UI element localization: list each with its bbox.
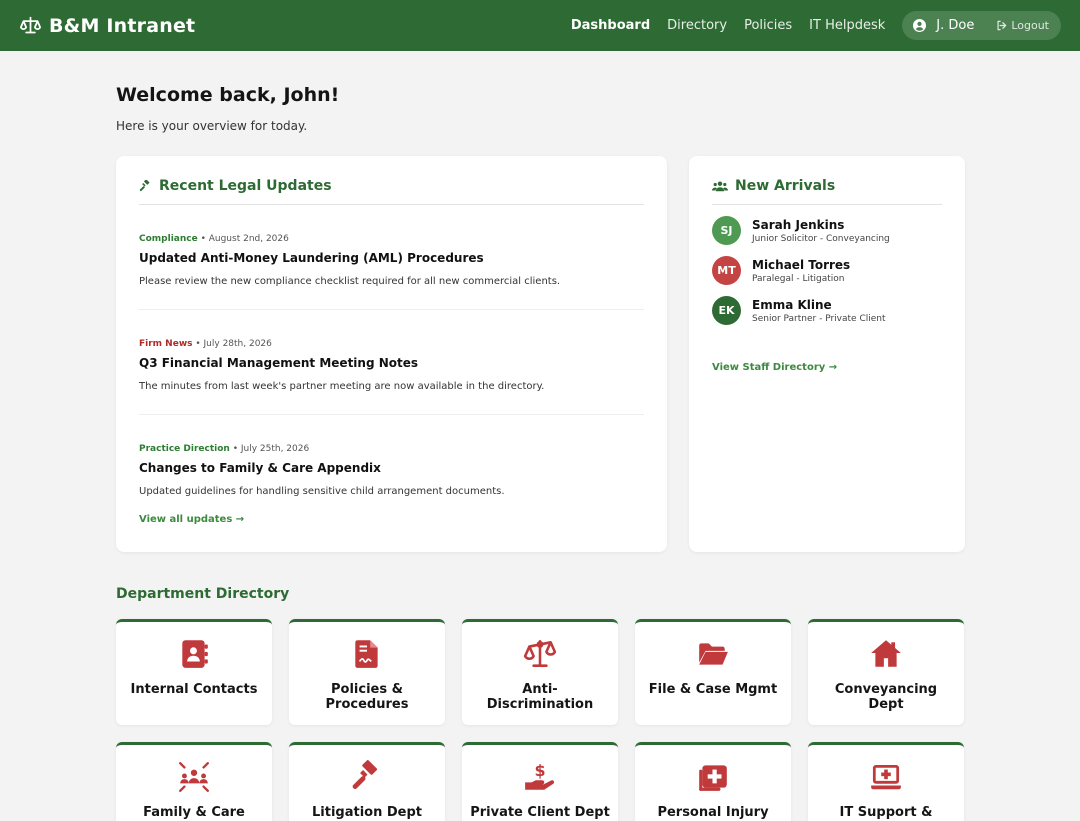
update-description: The minutes from last week's partner mee… [139,381,545,392]
tile-label: Family & Care Dept [143,805,245,821]
update-meta: Compliance • August 2nd, 2026 [139,234,644,244]
update-item[interactable]: Compliance • August 2nd, 2026 Updated An… [139,205,644,310]
tile-label: Policies & Procedures [325,682,409,712]
update-category: Practice Direction [139,444,230,454]
section-title: Department Directory [116,586,290,602]
scale-icon [523,639,557,667]
staff-name: Sarah Jenkins [752,217,845,232]
card-header: Recent Legal Updates [139,178,644,205]
avatar: SJ [712,216,741,245]
view-staff-directory-link[interactable]: View Staff Directory → [712,362,837,373]
user-menu: J. Doe Logout [902,11,1061,40]
welcome-section: Welcome back, John! Here is your overvie… [116,84,339,133]
house-icon [871,640,901,667]
update-title: Q3 Financial Management Meeting Notes [139,356,419,370]
scale-logo-icon [20,16,41,34]
staff-name: Michael Torres [752,257,851,272]
hand-holding-dollar-icon: $ [525,761,555,790]
tile-label: Private Client Dept [470,805,610,820]
dept-tile-internal-contacts[interactable]: Internal Contacts [116,619,272,725]
medical-kit-icon [699,765,727,791]
folder-open-icon [699,643,728,665]
dept-tile-personal-injury[interactable]: Personal Injury [635,742,791,821]
view-all-updates-link[interactable]: View all updates → [139,514,244,525]
brand[interactable]: B&M Intranet [20,15,195,37]
main-nav: Dashboard Directory Policies IT Helpdesk… [571,11,1061,40]
update-meta: Practice Direction • July 25th, 2026 [139,444,644,454]
page-title: Welcome back, John! [116,84,340,106]
dept-tile-file-case[interactable]: File & Case Mgmt [635,619,791,725]
staff-name: Emma Kline [752,297,832,312]
tile-label: IT Support & Facilities [839,805,933,821]
gavel-icon [139,179,150,191]
tile-label: Anti-Discrimination [486,682,594,712]
update-description: Updated guidelines for handling sensitiv… [139,486,505,497]
card-header: New Arrivals [712,178,942,205]
nav-it-helpdesk[interactable]: IT Helpdesk [809,18,885,33]
people-arrows-icon [179,762,209,792]
dept-tile-it-support[interactable]: IT Support & Facilities [808,742,964,821]
dept-tile-private-client[interactable]: $ Private Client Dept [462,742,618,821]
address-book-icon [182,640,208,668]
users-icon [712,180,728,191]
gavel-icon [352,760,378,790]
avatar: MT [712,256,741,285]
avatar: EK [712,296,741,325]
tile-label: Conveyancing Dept [834,682,938,712]
dept-tile-family-care[interactable]: Family & Care Dept [116,742,272,821]
staff-role: Paralegal - Litigation [752,273,845,284]
update-title: Updated Anti-Money Laundering (AML) Proc… [139,251,484,265]
user-circle-icon [913,19,927,32]
sign-out-icon [997,20,1007,31]
nav-policies[interactable]: Policies [744,18,792,33]
nav-dashboard[interactable]: Dashboard [571,18,650,33]
staff-member[interactable]: EK Emma Kline Senior Partner - Private C… [712,296,942,325]
staff-member[interactable]: SJ Sarah Jenkins Junior Solicitor - Conv… [712,216,942,245]
tile-label: File & Case Mgmt [648,682,778,697]
staff-role: Senior Partner - Private Client [752,313,886,324]
user-name[interactable]: J. Doe [936,18,974,33]
recent-updates-card: Recent Legal Updates Compliance • August… [116,156,667,552]
brand-name: B&M Intranet [49,14,196,37]
dept-tile-anti-discrimination[interactable]: Anti-Discrimination [462,619,618,725]
file-contract-icon [355,640,378,668]
tile-label: Internal Contacts [130,682,258,697]
dept-tile-conveyancing[interactable]: Conveyancing Dept [808,619,964,725]
staff-role: Junior Solicitor - Conveyancing [752,233,890,244]
update-meta: Firm News • July 28th, 2026 [139,339,644,349]
top-navbar: B&M Intranet Dashboard Directory Policie… [0,0,1080,51]
svg-text:$: $ [534,761,545,780]
logout-button[interactable]: Logout [996,19,1049,32]
update-item[interactable]: Firm News • July 28th, 2026 Q3 Financial… [139,310,644,415]
tile-label: Personal Injury [657,805,769,820]
update-date: • July 25th, 2026 [229,444,310,454]
update-date: • August 2nd, 2026 [197,234,289,244]
nav-directory[interactable]: Directory [667,18,727,33]
dept-tile-policies[interactable]: Policies & Procedures [289,619,445,725]
logout-label: Logout [1011,19,1049,32]
new-arrivals-card: New Arrivals SJ Sarah Jenkins Junior Sol… [689,156,965,552]
card-title: Recent Legal Updates [159,178,332,194]
tile-label: Litigation Dept [312,805,422,820]
update-category: Compliance [139,234,198,244]
update-description: Please review the new compliance checkli… [139,276,561,287]
update-date: • July 28th, 2026 [192,339,272,349]
page-subtitle: Here is your overview for today. [116,119,308,133]
update-title: Changes to Family & Care Appendix [139,461,381,475]
laptop-medical-icon [871,764,901,790]
update-category: Firm News [139,339,193,349]
staff-member[interactable]: MT Michael Torres Paralegal - Litigation [712,256,942,285]
card-title: New Arrivals [735,178,836,194]
dept-tile-litigation[interactable]: Litigation Dept [289,742,445,821]
update-item[interactable]: Practice Direction • July 25th, 2026 Cha… [139,415,644,519]
